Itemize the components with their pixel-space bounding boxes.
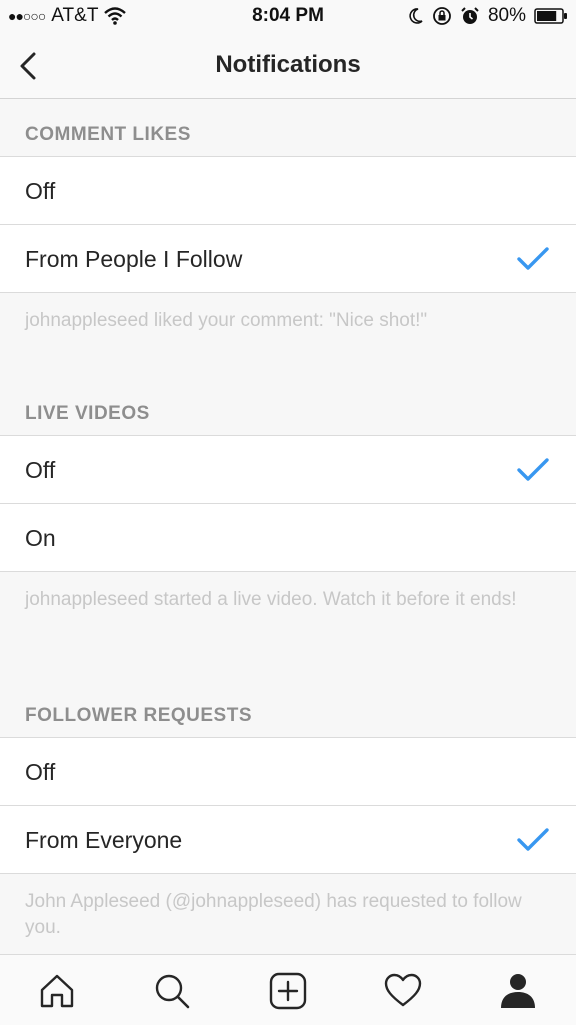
alarm-icon — [461, 7, 479, 24]
option-label: From Everyone — [25, 827, 183, 853]
section-header-comment-likes: COMMENT LIKES — [0, 99, 576, 157]
option-label: Off — [25, 759, 56, 785]
section-footnote: johnappleseed liked your comment: "Nice … — [25, 310, 428, 331]
option-label: Off — [25, 457, 56, 483]
search-icon[interactable] — [152, 971, 192, 1011]
option-follower-requests-off[interactable]: Off — [0, 738, 576, 806]
option-follower-requests-from-everyone[interactable]: From Everyone — [0, 806, 576, 874]
checkmark-icon — [517, 247, 549, 270]
page-title: Notifications — [215, 51, 361, 78]
option-comment-likes-from-people-i-follow[interactable]: From People I Follow — [0, 225, 576, 293]
option-label: On — [25, 525, 56, 551]
home-icon[interactable] — [37, 971, 77, 1011]
add-post-icon[interactable] — [268, 971, 308, 1011]
section-header-follower-requests: FOLLOWER REQUESTS — [0, 680, 576, 738]
orientation-lock-icon — [433, 7, 451, 25]
navigation-bar: Notifications — [0, 32, 576, 99]
checkmark-icon — [517, 828, 549, 851]
status-bar: ●●○○○ AT&T 8:04 PM 80% — [0, 0, 576, 32]
section-header-live-videos: LIVE VIDEOS — [0, 378, 576, 436]
option-comment-likes-off[interactable]: Off — [0, 157, 576, 225]
moon-icon — [409, 8, 423, 24]
notification-settings: COMMENT LIKES Off From People I Follow j… — [0, 99, 576, 984]
activity-heart-icon[interactable] — [383, 971, 423, 1011]
option-label: From People I Follow — [25, 246, 243, 272]
option-live-videos-off[interactable]: Off — [0, 436, 576, 504]
battery-icon — [534, 8, 567, 24]
profile-icon[interactable] — [498, 971, 538, 1011]
option-live-videos-on[interactable]: On — [0, 504, 576, 572]
option-label: Off — [25, 178, 56, 204]
battery-percent: 80% — [487, 5, 526, 26]
checkmark-icon — [517, 458, 549, 481]
status-right: 80% — [408, 5, 568, 27]
section-footnote: johnappleseed started a live video. Watc… — [25, 589, 517, 610]
tab-bar — [0, 954, 576, 1025]
